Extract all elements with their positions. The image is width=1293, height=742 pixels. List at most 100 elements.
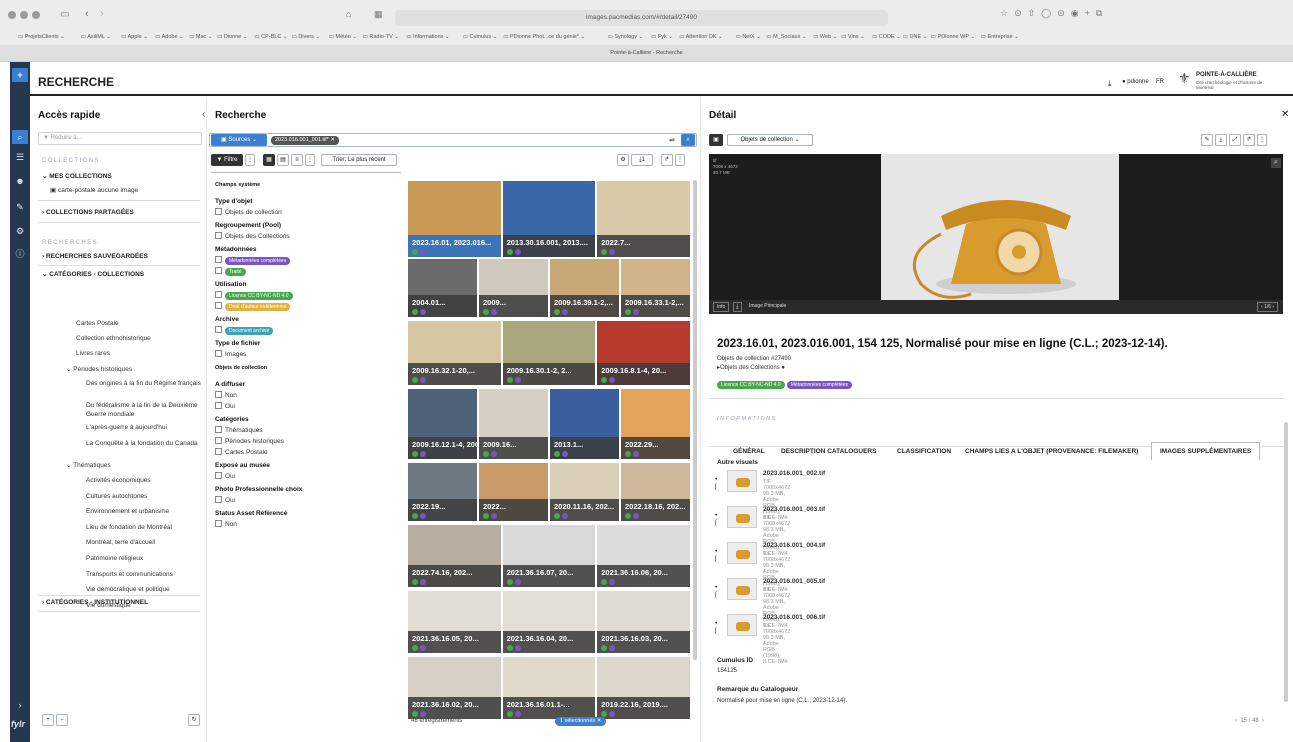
supp-filename[interactable]: 2023.016.001_003.tif — [763, 506, 825, 513]
category-item[interactable]: Cartes Postale — [76, 320, 119, 327]
detail-menu-icon[interactable]: ⋮ — [1257, 134, 1267, 146]
refresh-icon[interactable]: ↻ — [188, 714, 200, 726]
edit-icon[interactable]: ✎ — [1201, 134, 1213, 146]
result-tile[interactable]: 2020.11.16, 202... — [549, 462, 620, 522]
tools-icon[interactable]: ✎ — [12, 200, 28, 214]
filter-option[interactable]: Images — [215, 350, 246, 358]
bookmark-item[interactable]: ▭ DNE ⌄ — [903, 32, 927, 42]
filter-option[interactable]: Périodes historiques — [215, 437, 284, 445]
checkbox[interactable] — [215, 448, 222, 455]
results-scrollbar[interactable] — [693, 180, 697, 660]
expand-icon[interactable]: ⤢ — [1229, 134, 1241, 146]
category-item[interactable]: Collection ethnohistorique — [76, 335, 151, 342]
search-token[interactable]: 2023.016.001_001.tif* ✕ — [271, 136, 339, 145]
checkbox[interactable] — [215, 496, 222, 503]
image-view-icon[interactable]: ▣ — [709, 134, 723, 146]
theme-item[interactable]: Environnement et urbanisme — [86, 508, 169, 515]
checkbox[interactable] — [215, 350, 222, 357]
search-button[interactable]: ⌕ — [681, 134, 695, 146]
user-menu[interactable]: ● pdionne — [1122, 79, 1149, 85]
result-tile[interactable]: 2009... — [478, 258, 549, 318]
bookmark-item[interactable]: ▭ Cumulus ⌄ — [463, 32, 498, 42]
checkbox[interactable] — [215, 437, 222, 444]
theme-item[interactable]: Activités économiques — [86, 477, 151, 484]
filter-option[interactable]: Traité — [215, 267, 246, 276]
my-collections[interactable]: ⌄ MES COLLECTIONS — [42, 172, 112, 180]
view-grid-large-icon[interactable]: ▦ — [263, 154, 275, 166]
result-menu-icon[interactable]: ⋮ — [675, 154, 685, 166]
bookmark-item[interactable]: ▭ PDionne Phot...ce du génie* ⌄ — [503, 32, 585, 42]
lang-selector[interactable]: FR — [1156, 79, 1164, 85]
image-pager[interactable]: ‹ 1/6 › — [1257, 302, 1279, 312]
settings-icon[interactable]: ⚙ — [12, 224, 28, 238]
download-button[interactable]: ⤓1 — [631, 154, 653, 166]
checkbox[interactable] — [215, 520, 222, 527]
checkbox[interactable] — [215, 302, 222, 309]
theme-item[interactable]: Vie démocratique et politique — [86, 586, 170, 593]
supp-filename[interactable]: 2023.016.001_005.tif — [763, 578, 825, 585]
type-select[interactable]: Objets de collection ⌄ — [727, 134, 813, 146]
bookmark-item[interactable]: ▭ NetX ⌄ — [736, 32, 761, 42]
result-tile[interactable]: 2009.16.39.1-2,... — [549, 258, 620, 318]
postcard-collection[interactable]: ▣ carte-postale aucune image — [50, 186, 138, 194]
download-icon[interactable]: ⤓ — [1108, 79, 1112, 89]
result-tile[interactable]: 2013.1... — [549, 388, 620, 460]
bookmark-item[interactable]: ▭ PDionne WP ⌄ — [931, 32, 975, 42]
result-tile[interactable]: 2019.22.16, 2019.... — [596, 656, 691, 720]
result-tile[interactable]: 2013.30.16.001, 2013.... — [501, 180, 597, 258]
result-tile[interactable]: 2023.16.01, 2023.016... — [407, 180, 502, 258]
result-tile[interactable]: 2009.16.33.1-2,... — [620, 258, 691, 318]
view-menu-icon[interactable]: ⋮ — [305, 154, 315, 166]
checkbox[interactable] — [215, 472, 222, 479]
period-item[interactable]: La Conquête à la fondation du Canada — [86, 439, 206, 448]
sidebar-toggle-icon[interactable]: ▭ — [60, 9, 69, 20]
theme-item[interactable]: Transports et communications — [86, 571, 173, 578]
checkbox[interactable] — [215, 267, 222, 274]
filter-option[interactable]: Objets des Collections — [215, 232, 290, 240]
theme-item[interactable]: Montréal, terre d'accueil — [86, 539, 155, 546]
filter-option[interactable]: Droit d'auteur indéterminé — [215, 302, 291, 311]
checkbox[interactable] — [215, 232, 222, 239]
result-tile[interactable]: 2021.36.16.05, 20... — [407, 590, 502, 654]
users-icon[interactable]: ☻ — [12, 174, 28, 188]
add-button[interactable]: + — [42, 714, 54, 726]
checkbox[interactable] — [215, 256, 222, 263]
settings-icon[interactable]: ⚙ — [617, 154, 629, 166]
bookmark-item[interactable]: ▭ Vins ⌄ — [841, 32, 864, 42]
sort-dropdown[interactable]: Trier: Le plus récent — [321, 154, 397, 166]
result-tile[interactable]: 2009.16.32.1-20,... — [407, 320, 502, 386]
result-tile[interactable]: 2022.18.16, 202... — [620, 462, 691, 522]
detail-tab[interactable]: IMAGES SUPPLÉMENTAIRES — [1151, 442, 1261, 460]
period-item[interactable]: Du fédéralisme à la fin de la Deuxième G… — [86, 401, 206, 419]
result-tile[interactable]: 2021.36.16.01.1-... — [501, 656, 597, 720]
result-tile[interactable]: 2009.16.30.1-2, 2... — [501, 320, 597, 386]
filter-option[interactable]: Non — [215, 391, 237, 399]
download-icon[interactable]: ⤓ — [1215, 134, 1227, 146]
collapse-left-icon[interactable]: ‹ — [202, 109, 205, 120]
bookmark-item[interactable]: ▭ Informations ⌄ — [406, 32, 449, 42]
window-minimize-button[interactable] — [20, 11, 28, 19]
filter-option[interactable]: Document archivé — [215, 326, 274, 335]
bookmark-item[interactable]: ▭ Radio-TV ⌄ — [363, 32, 399, 42]
bookmark-item[interactable]: ▭ Apple ⌄ — [121, 32, 148, 42]
filter-menu-icon[interactable]: ⋮ — [245, 154, 255, 166]
search-options-icon[interactable]: ⇌ — [669, 136, 675, 144]
filter-option[interactable]: Non — [215, 520, 237, 528]
image-viewer[interactable]: tif 7008 x 4672 93.7 MB ⌕ Info ⤓ Image Pri… — [709, 154, 1283, 314]
grid-icon[interactable]: ▦ — [374, 9, 383, 20]
list-icon[interactable]: ☰ — [12, 150, 28, 164]
checkbox[interactable] — [215, 208, 222, 215]
filter-button[interactable]: ▼ Filtre — [211, 154, 243, 166]
supp-thumbnail[interactable] — [727, 470, 757, 492]
bookmark-item[interactable]: ▭ Adobe ⌄ — [155, 32, 183, 42]
theme-item[interactable]: Lieu de fondation de Montréal — [86, 524, 172, 531]
sources-dropdown[interactable]: ▣ Sources ⌄ — [211, 134, 267, 146]
detail-tab[interactable]: GÉNÉRAL — [733, 448, 765, 455]
checkbox[interactable] — [215, 291, 222, 298]
browser-tab[interactable]: Pointe-à-Callière - Recherche — [0, 45, 1293, 61]
result-tile[interactable]: 2021.36.16.02, 20... — [407, 656, 502, 720]
cat-institutionnel[interactable]: › CATÉGORIES - INSTITUTIONNEL — [42, 599, 148, 606]
checkbox[interactable] — [215, 402, 222, 409]
category-item[interactable]: Livres rares — [76, 350, 110, 357]
close-icon[interactable]: ✕ — [1281, 109, 1289, 120]
